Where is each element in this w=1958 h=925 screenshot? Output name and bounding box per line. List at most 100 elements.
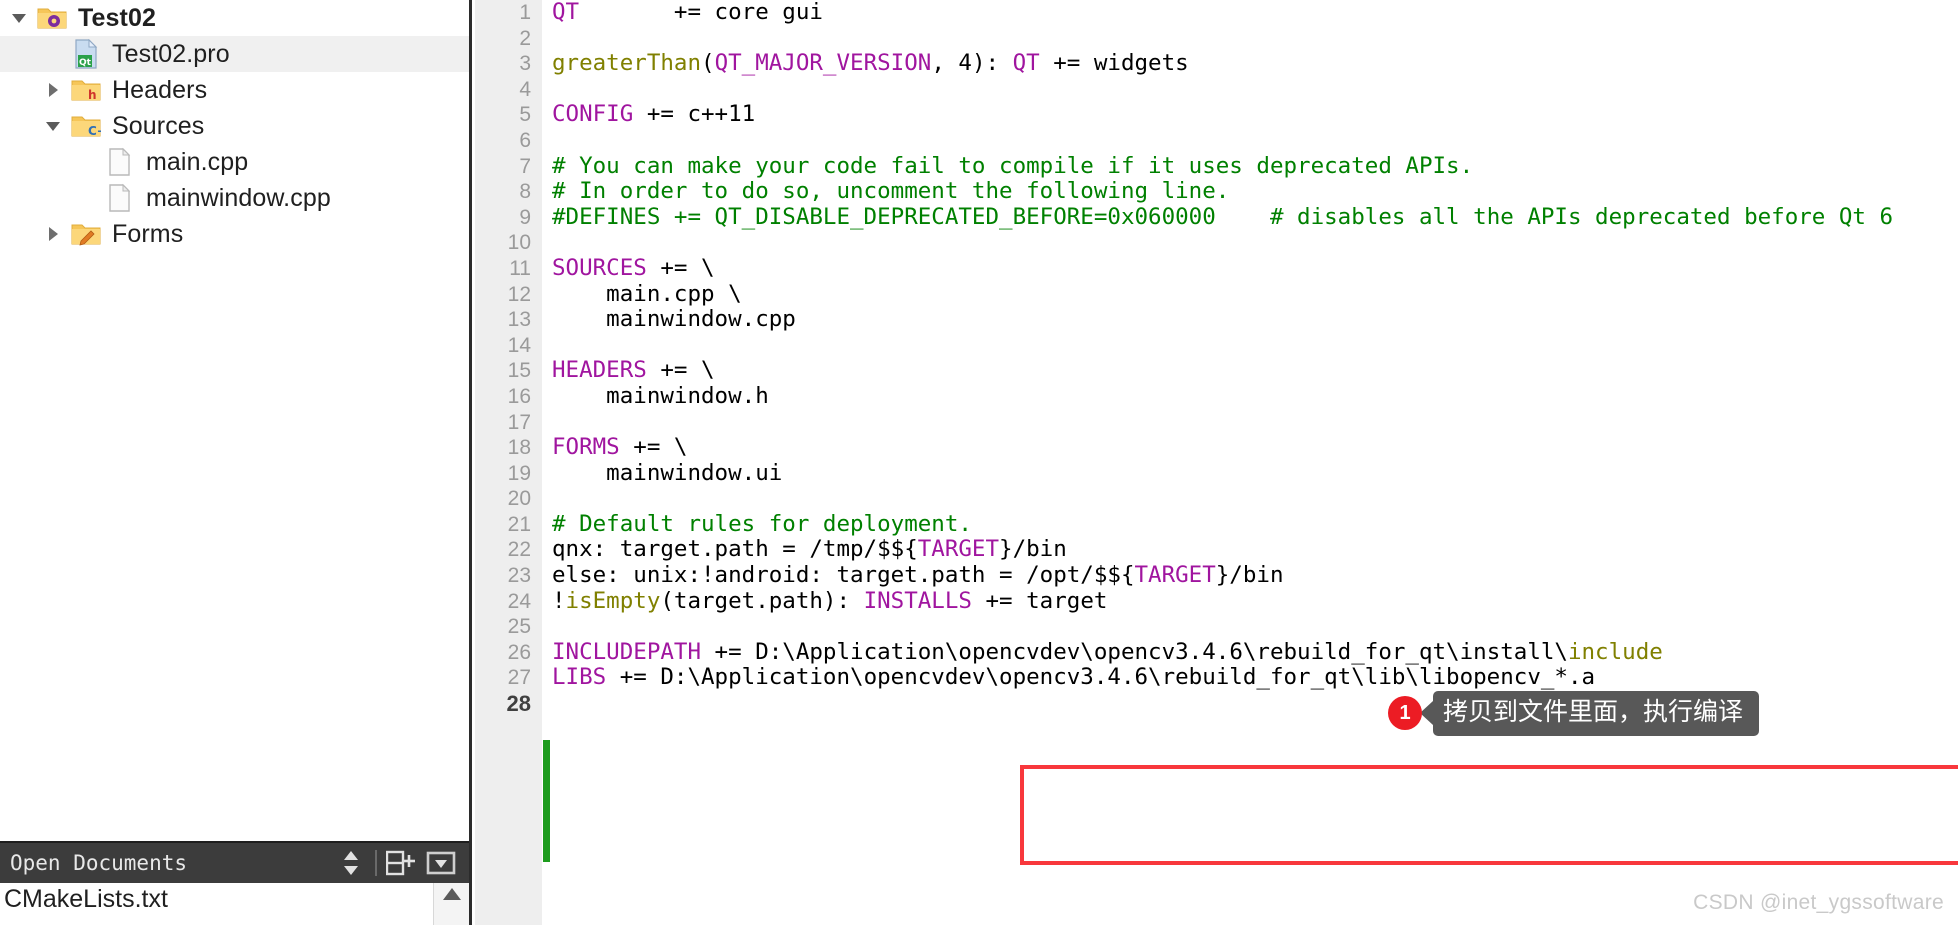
code-line[interactable]: 1 QT += core gui	[475, 0, 1958, 26]
chevron-right-icon[interactable]	[38, 81, 68, 99]
sort-updown-icon[interactable]	[331, 843, 371, 883]
line-number: 3	[519, 52, 531, 76]
line-number: 5	[519, 103, 531, 127]
code-line[interactable]: 4	[475, 77, 1958, 103]
qt-creator-window: Test02 Qt Test02.pro h Headers C++ Sources main…	[0, 0, 1958, 925]
code-line-text: FORMS += \	[552, 434, 688, 461]
code-line[interactable]: 11 SOURCES += \	[475, 254, 1958, 282]
code-line[interactable]: 9 #DEFINES += QT_DISABLE_DEPRECATED_BEFOR…	[475, 203, 1958, 231]
watermark: CSDN @inet_ygssoftware	[1693, 891, 1944, 914]
code-line[interactable]: 13 mainwindow.cpp	[475, 306, 1958, 333]
tree-item-forms[interactable]: Forms	[0, 216, 469, 252]
line-number: 26	[507, 640, 531, 664]
code-line[interactable]: 26 INCLUDEPATH += D:\Application\opencvde…	[475, 639, 1958, 666]
line-number: 14	[507, 333, 531, 357]
open-document-item[interactable]: CMakeLists.txt	[0, 883, 469, 914]
line-number: 24	[507, 589, 531, 613]
code-line-text: # In order to do so, uncomment the follo…	[552, 178, 1230, 205]
line-number: 17	[507, 410, 531, 434]
code-line[interactable]: 2	[475, 26, 1958, 52]
tree-item-label: Test02.pro	[112, 39, 230, 68]
code-line[interactable]: 18 FORMS += \	[475, 434, 1958, 461]
code-line[interactable]: 27 LIBS += D:\Application\opencvdev\openc…	[475, 665, 1958, 691]
line-number: 11	[509, 256, 531, 280]
chevron-right-icon[interactable]	[38, 225, 68, 243]
code-line-text: !isEmpty(target.path): INSTALLS += targe…	[552, 587, 1108, 614]
tree-item-label: mainwindow.cpp	[146, 183, 331, 212]
code-line[interactable]: 24 !isEmpty(target.path): INSTALLS += tar…	[475, 587, 1958, 615]
code-line[interactable]: 23 else: unix:!android: target.path = /op…	[475, 562, 1958, 589]
code-line-text: greaterThan(QT_MAJOR_VERSION, 4): QT += …	[552, 50, 1189, 77]
code-line[interactable]: 14	[475, 333, 1958, 359]
code-line-text: main.cpp \	[552, 280, 742, 307]
code-line[interactable]: 12 main.cpp \	[475, 280, 1958, 308]
tree-item-label: Forms	[112, 219, 184, 248]
code-line-text: HEADERS += \	[552, 357, 715, 384]
code-line[interactable]: 7 # You can make your code fail to compil…	[475, 153, 1958, 180]
tree-item-label: Headers	[112, 75, 208, 104]
line-number: 19	[507, 461, 531, 485]
line-number: 13	[507, 308, 531, 332]
line-number: 28	[506, 691, 531, 717]
open-documents-toolbar: Open Documents	[0, 841, 469, 883]
project-tree[interactable]: Test02 Qt Test02.pro h Headers C++ Sources main…	[0, 0, 469, 862]
code-line[interactable]: 5 CONFIG += c++11	[475, 102, 1958, 128]
code-line[interactable]: 10	[475, 230, 1958, 256]
svg-text:h: h	[88, 88, 97, 102]
code-line-text: mainwindow.ui	[552, 459, 783, 486]
tree-item-main-cpp[interactable]: main.cpp	[0, 144, 469, 180]
qt-pro-file-icon: Qt	[68, 39, 104, 69]
code-line-text: else: unix:!android: target.path = /opt/…	[552, 562, 1284, 589]
line-number: 1	[519, 1, 531, 24]
code-content[interactable]: 1 QT += core gui 2 3 greaterThan(QT_MAJOR_VE…	[475, 0, 1958, 925]
code-line-text: SOURCES += \	[552, 254, 715, 281]
line-number: 23	[507, 564, 531, 588]
code-editor[interactable]: 1 QT += core gui 2 3 greaterThan(QT_MAJOR_VE…	[475, 0, 1958, 925]
code-line[interactable]: 3 greaterThan(QT_MAJOR_VERSION, 4): QT +=…	[475, 50, 1958, 77]
open-documents-scrollbar[interactable]	[433, 883, 469, 925]
tree-item-test02[interactable]: Test02	[0, 0, 469, 36]
code-line[interactable]: 6	[475, 128, 1958, 154]
open-documents-list[interactable]: CMakeLists.txt	[0, 883, 469, 925]
code-line[interactable]: 22 qnx: target.path = /tmp/$${TARGET}/bin	[475, 537, 1958, 563]
annotation-badge: 1	[1388, 696, 1422, 730]
line-number: 20	[507, 487, 531, 511]
line-number: 22	[507, 538, 531, 562]
tree-item-label: main.cpp	[146, 147, 249, 176]
tree-item-headers[interactable]: h Headers	[0, 72, 469, 108]
svg-text:C++: C++	[88, 124, 101, 138]
chevron-down-icon[interactable]	[4, 9, 34, 27]
line-number: 21	[507, 512, 531, 536]
code-line[interactable]: 21 # Default rules for deployment.	[475, 511, 1958, 538]
chevron-down-icon[interactable]	[38, 117, 68, 135]
code-line[interactable]: 8 # In order to do so, uncomment the foll…	[475, 178, 1958, 205]
code-line-text: mainwindow.cpp	[552, 306, 796, 333]
tree-item-label: Sources	[112, 111, 205, 140]
code-line[interactable]: 25	[475, 614, 1958, 640]
code-line[interactable]: 15 HEADERS += \	[475, 358, 1958, 384]
tree-item-mainwindow-cpp[interactable]: mainwindow.cpp	[0, 180, 469, 216]
split-editor-icon[interactable]	[381, 843, 421, 883]
code-line[interactable]: 16 mainwindow.h	[475, 383, 1958, 410]
open-documents-title: Open Documents	[10, 851, 188, 875]
code-line[interactable]: 20	[475, 486, 1958, 512]
line-number: 7	[519, 154, 531, 178]
code-line-text: qnx: target.path = /tmp/$${TARGET}/bin	[552, 536, 1067, 563]
code-line[interactable]: 17	[475, 410, 1958, 436]
code-line[interactable]: 19 mainwindow.ui	[475, 459, 1958, 487]
line-number: 16	[507, 384, 531, 408]
code-line-text: #DEFINES += QT_DISABLE_DEPRECATED_BEFORE…	[552, 203, 1894, 230]
source-file-icon	[102, 147, 138, 177]
code-line-text: LIBS += D:\Application\opencvdev\opencv3…	[552, 664, 1596, 691]
close-split-dropdown-icon[interactable]	[421, 843, 461, 883]
line-number: 2	[519, 26, 531, 50]
tree-item-test02-pro[interactable]: Qt Test02.pro	[0, 36, 469, 72]
code-line-text: CONFIG += c++11	[552, 101, 756, 128]
uncommitted-change-marker	[543, 740, 550, 862]
tree-item-sources[interactable]: C++ Sources	[0, 108, 469, 144]
headers-folder-icon: h	[68, 77, 104, 103]
line-number: 8	[519, 180, 531, 204]
line-number: 10	[507, 231, 531, 255]
line-number: 27	[507, 666, 531, 690]
code-line-text: QT += core gui	[552, 0, 823, 25]
